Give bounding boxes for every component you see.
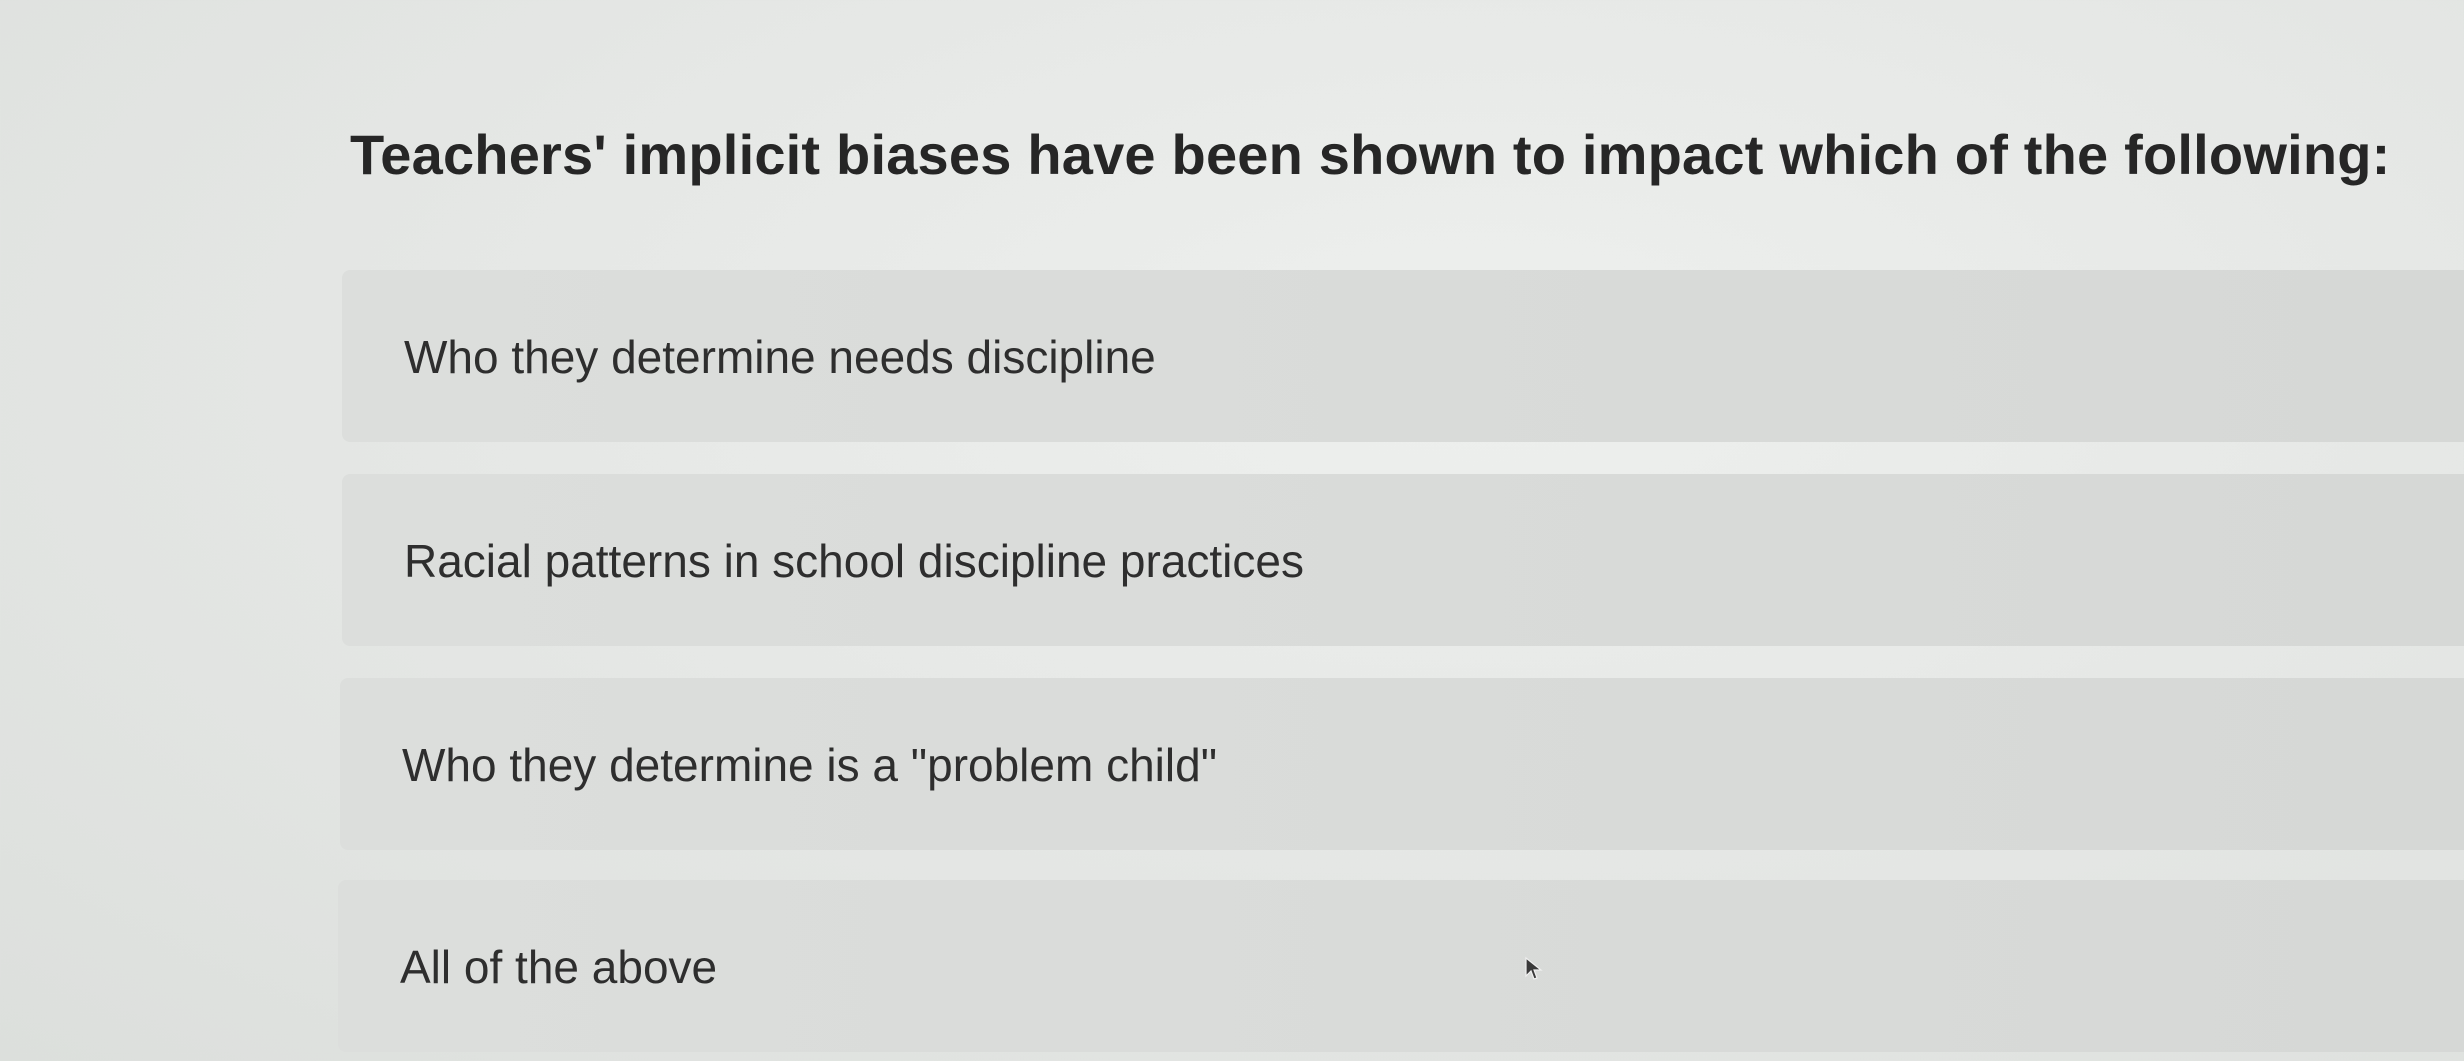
mouse-pointer-icon xyxy=(1524,956,1544,982)
answer-option-label: Racial patterns in school discipline pra… xyxy=(404,535,1304,587)
answer-option-2[interactable]: Racial patterns in school discipline pra… xyxy=(342,474,2464,646)
answer-option-label: Who they determine needs discipline xyxy=(404,331,1156,383)
answer-option-3[interactable]: Who they determine is a "problem child" xyxy=(340,678,2464,850)
answer-option-4[interactable]: All of the above xyxy=(338,880,2464,1052)
answer-options: Who they determine needs discipline Raci… xyxy=(0,0,2464,1061)
answer-option-1[interactable]: Who they determine needs discipline xyxy=(342,270,2464,442)
quiz-question-card: Teachers' implicit biases have been show… xyxy=(0,0,2464,1061)
answer-option-label: All of the above xyxy=(400,941,718,993)
answer-option-label: Who they determine is a "problem child" xyxy=(402,739,1218,791)
